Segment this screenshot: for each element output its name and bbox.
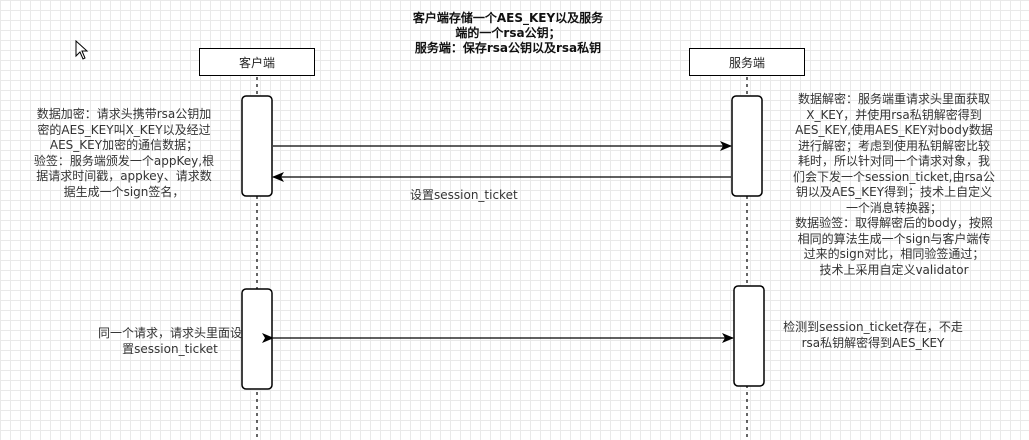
mouse-cursor-icon (75, 40, 89, 60)
response-label: 设置session_ticket (410, 188, 518, 202)
server-note-decryption: 数据解密：服务端重请求头里面获取 X_KEY，并使用rsa私钥解密得到 AES_… (792, 92, 996, 277)
client-note-encryption: 数据加密：请求头携带rsa公钥加 密的AES_KEY叫X_KEY以及经过 AES… (33, 107, 215, 199)
server-activation-1[interactable] (731, 95, 763, 197)
participant-server[interactable]: 服务端 (689, 48, 805, 76)
sequence-diagram-canvas: 客户端存储一个AES_KEY以及服务端的一个rsa公钥； 服务端：保存rsa公钥… (0, 0, 1029, 440)
client-activation-1[interactable] (241, 95, 273, 197)
participant-client[interactable]: 客户端 (199, 48, 315, 76)
diagram-title: 客户端存储一个AES_KEY以及服务端的一个rsa公钥； 服务端：保存rsa公钥… (412, 11, 604, 55)
server-note-session: 检测到session_ticket存在，不走 rsa私钥解密得到AES_KEY (783, 320, 963, 350)
client-note-session: 同一个请求，请求头里面设 置session_ticket (97, 326, 242, 356)
server-activation-2[interactable] (733, 285, 765, 387)
